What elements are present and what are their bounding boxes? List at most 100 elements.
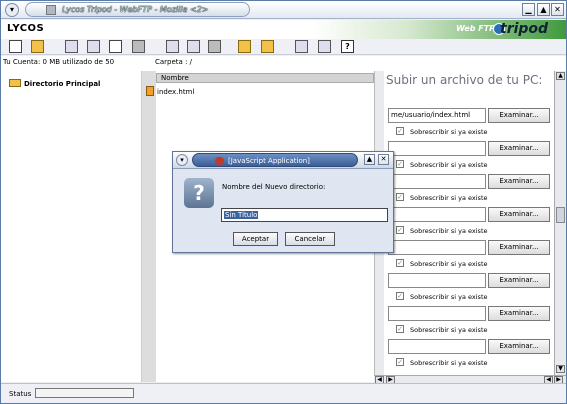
status-bar: Status <box>1 383 566 403</box>
tripod-logo: tripod <box>500 21 549 37</box>
paste-icon[interactable] <box>187 40 200 53</box>
accept-button[interactable]: Aceptar <box>233 232 278 246</box>
folder-open-icon[interactable] <box>261 40 274 53</box>
dialog-title-bar: ▾ [JavaScript Application] ▲ ✕ <box>173 152 393 169</box>
move-icon[interactable] <box>87 40 100 53</box>
overwrite-label: Sobrescribir si ya existe <box>410 260 488 268</box>
browse-button[interactable]: Examinar... <box>488 174 550 189</box>
account-usage: Tu Cuenta: 0 MB utilizado de 50 <box>3 58 115 66</box>
chevron-down-icon: ▾ <box>9 5 14 14</box>
cancel-button[interactable]: Cancelar <box>285 232 335 246</box>
tree-item-label: Directorio Principal <box>24 80 101 88</box>
directory-tree: Directorio Principal <box>1 71 142 382</box>
upload-row: me/usuario/index.html Examinar... ✓ Sobr… <box>388 108 554 141</box>
html-file-icon <box>146 86 154 96</box>
overwrite-checkbox[interactable]: ✓ <box>396 325 404 333</box>
browse-button[interactable]: Examinar... <box>488 306 550 321</box>
overwrite-checkbox[interactable]: ✓ <box>396 160 404 168</box>
question-icon: ? <box>184 178 214 208</box>
dialog-title-pill: [JavaScript Application] <box>192 153 358 167</box>
scroll-thumb[interactable] <box>556 207 565 223</box>
upload-row: Examinar... ✓ Sobrescribir si ya existe <box>388 273 554 306</box>
file-path-input[interactable] <box>388 339 486 354</box>
upload-vertical-scrollbar[interactable]: ▲ ▼ <box>554 71 566 375</box>
browse-button[interactable]: Examinar... <box>488 273 550 288</box>
overwrite-checkbox[interactable]: ✓ <box>396 226 404 234</box>
file-path-input[interactable] <box>388 207 486 222</box>
lycos-header: LYCOS Web FTP tripod <box>1 20 566 39</box>
file-path-input[interactable]: me/usuario/index.html <box>388 108 486 123</box>
lycos-logo: LYCOS <box>7 23 45 34</box>
window-menu-button[interactable]: ▾ <box>5 3 19 17</box>
new-folder-icon[interactable] <box>31 40 44 53</box>
upload-panel: Subir un archivo de tu PC: me/usuario/in… <box>384 71 554 375</box>
mozilla-icon <box>215 157 224 165</box>
dialog-maximize-button[interactable]: ▲ <box>364 154 375 165</box>
status-progress <box>35 388 134 398</box>
folder-name-input[interactable]: Sin Titulo <box>221 208 388 222</box>
status-label: Status <box>9 390 32 398</box>
file-row[interactable]: index.html <box>146 86 194 96</box>
delete-icon[interactable] <box>208 40 221 53</box>
overwrite-label: Sobrescribir si ya existe <box>410 194 488 202</box>
search-icon[interactable] <box>295 40 308 53</box>
overwrite-label: Sobrescribir si ya existe <box>410 326 488 334</box>
dialog-close-button[interactable]: ✕ <box>378 154 389 165</box>
overwrite-checkbox[interactable]: ✓ <box>396 127 404 135</box>
edit-icon[interactable] <box>132 40 145 53</box>
upload-row: Examinar... ✓ Sobrescribir si ya existe <box>388 207 554 240</box>
window-title: Lycos Tripod - WebFTP - Mozilla <2> <box>62 5 209 14</box>
browse-button[interactable]: Examinar... <box>488 207 550 222</box>
minimize-button[interactable]: ▁ <box>522 3 535 16</box>
browse-button[interactable]: Examinar... <box>488 141 550 156</box>
view-icon[interactable] <box>109 40 122 53</box>
overwrite-checkbox[interactable]: ✓ <box>396 259 404 267</box>
file-path-input[interactable] <box>388 240 486 255</box>
dialog-title: [JavaScript Application] <box>228 157 310 165</box>
new-folder-dialog: ▾ [JavaScript Application] ▲ ✕ ? Nombre … <box>172 151 394 253</box>
current-folder: Carpeta : / <box>155 58 193 66</box>
folder-move-icon[interactable] <box>238 40 251 53</box>
help-icon[interactable]: ? <box>341 40 354 53</box>
overwrite-checkbox[interactable]: ✓ <box>396 292 404 300</box>
overwrite-label: Sobrescribir si ya existe <box>410 227 488 235</box>
overwrite-label: Sobrescribir si ya existe <box>410 293 488 301</box>
app-icon <box>46 5 56 15</box>
sort-icon[interactable] <box>318 40 331 53</box>
column-header-name[interactable]: Nombre <box>156 73 374 83</box>
overwrite-label: Sobrescribir si ya existe <box>410 359 488 367</box>
close-button[interactable]: ✕ <box>551 3 564 16</box>
file-name: index.html <box>157 88 195 96</box>
browse-button[interactable]: Examinar... <box>488 339 550 354</box>
new-file-icon[interactable] <box>9 40 22 53</box>
upload-title: Subir un archivo de tu PC: <box>386 73 543 87</box>
webftp-label: Web FTP <box>456 24 496 33</box>
scroll-up-icon[interactable]: ▲ <box>556 72 565 80</box>
maximize-button[interactable]: ▲ <box>537 3 550 16</box>
tree-item-root[interactable]: Directorio Principal <box>9 79 100 88</box>
browse-button[interactable]: Examinar... <box>488 240 550 255</box>
add-icon[interactable] <box>65 40 78 53</box>
folder-icon <box>9 79 21 87</box>
upload-row: Examinar... ✓ Sobrescribir si ya existe <box>388 306 554 339</box>
file-path-input[interactable] <box>388 306 486 321</box>
upload-row: Examinar... ✓ Sobrescribir si ya existe <box>388 339 554 372</box>
overwrite-label: Sobrescribir si ya existe <box>410 128 488 136</box>
copy-icon[interactable] <box>166 40 179 53</box>
account-info-bar: Tu Cuenta: 0 MB utilizado de 50 Carpeta … <box>1 56 566 71</box>
scroll-down-icon[interactable]: ▼ <box>556 365 565 373</box>
file-path-input[interactable] <box>388 141 486 156</box>
title-pill: Lycos Tripod - WebFTP - Mozilla <2> <box>25 2 250 17</box>
toolbar: ? <box>1 39 566 55</box>
dialog-menu-button[interactable]: ▾ <box>176 154 188 166</box>
upload-row: Examinar... ✓ Sobrescribir si ya existe <box>388 240 554 273</box>
overwrite-checkbox[interactable]: ✓ <box>396 193 404 201</box>
browse-button[interactable]: Examinar... <box>488 108 550 123</box>
upload-row: Examinar... ✓ Sobrescribir si ya existe <box>388 174 554 207</box>
overwrite-label: Sobrescribir si ya existe <box>410 161 488 169</box>
file-path-input[interactable] <box>388 174 486 189</box>
overwrite-checkbox[interactable]: ✓ <box>396 358 404 366</box>
file-list-gutter <box>142 71 156 382</box>
file-path-input[interactable] <box>388 273 486 288</box>
folder-name-value: Sin Titulo <box>224 211 259 219</box>
